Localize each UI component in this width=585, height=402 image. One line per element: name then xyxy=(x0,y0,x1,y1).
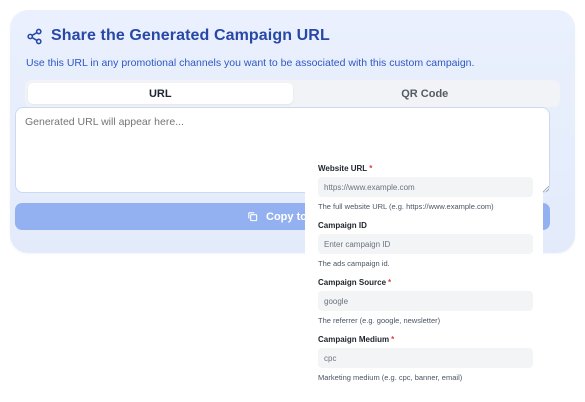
website-url-input[interactable]: https://www.example.com xyxy=(318,177,533,197)
share-icon xyxy=(27,28,42,44)
campaign-id-help: The ads campaign id. xyxy=(318,259,390,268)
required-mark: * xyxy=(369,164,373,173)
tab-qr-code[interactable]: QR Code xyxy=(293,83,558,104)
website-url-label: Website URL * xyxy=(318,164,373,173)
card-title: Share the Generated Campaign URL xyxy=(51,27,330,44)
resize-grip-icon[interactable] xyxy=(543,186,549,192)
campaign-medium-help: Marketing medium (e.g. cpc, banner, emai… xyxy=(318,373,463,382)
tab-bar: URL QR Code xyxy=(25,80,560,107)
campaign-source-input[interactable]: google xyxy=(318,291,533,311)
tab-url[interactable]: URL xyxy=(28,83,293,104)
card-subtitle: Use this URL in any promotional channels… xyxy=(26,57,475,69)
required-mark: * xyxy=(391,335,395,344)
card-header: Share the Generated Campaign URL xyxy=(26,27,330,45)
campaign-form-panel: Website URL * https://www.example.com The… xyxy=(305,152,543,402)
required-mark: * xyxy=(388,278,392,287)
copy-icon xyxy=(248,212,258,222)
campaign-medium-input[interactable]: cpc xyxy=(318,348,533,368)
campaign-source-help: The referrer (e.g. google, newsletter) xyxy=(318,316,441,325)
campaign-id-input[interactable]: Enter campaign ID xyxy=(318,234,533,254)
campaign-id-label: Campaign ID xyxy=(318,221,367,230)
campaign-source-label: Campaign Source * xyxy=(318,278,392,287)
campaign-medium-label: Campaign Medium * xyxy=(318,335,395,344)
website-url-help: The full website URL (e.g. https://www.e… xyxy=(318,202,494,211)
